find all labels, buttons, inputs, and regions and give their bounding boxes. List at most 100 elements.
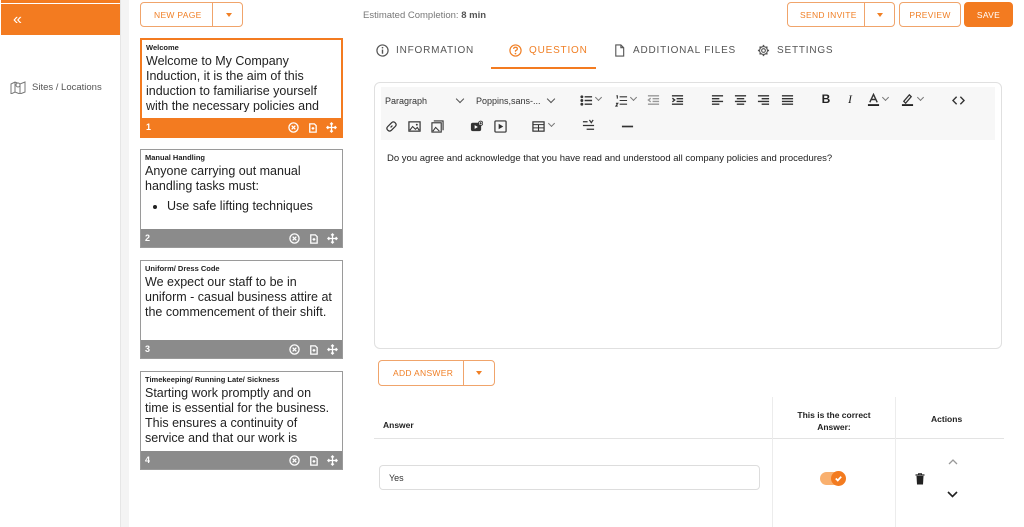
page-card-footer: 2	[141, 229, 342, 247]
answer-input[interactable]	[379, 465, 760, 490]
horizontal-rule-icon[interactable]	[619, 119, 635, 133]
save-button[interactable]: SAVE	[964, 2, 1013, 27]
highlight-icon[interactable]	[899, 92, 915, 106]
page-card-title: Welcome	[146, 43, 179, 52]
move-up-chevron-icon[interactable]	[948, 458, 958, 466]
move-down-chevron-icon[interactable]	[947, 490, 958, 498]
page-card-title: Timekeeping/ Running Late/ Sickness	[145, 375, 280, 384]
font-family-select[interactable]: Poppins,sans-...	[472, 92, 558, 109]
page-number: 4	[145, 455, 151, 465]
add-answer-split-button: ADD ANSWER	[378, 360, 495, 386]
send-invite-dropdown-caret-icon[interactable]	[877, 13, 883, 17]
page-card-bullet: Use safe lifting techniques	[167, 199, 338, 214]
map-icon	[10, 81, 26, 94]
question-icon	[509, 44, 522, 57]
image-icon[interactable]	[406, 119, 422, 133]
page-card-preview: We expect our staff to be in uniform - c…	[145, 275, 332, 319]
estimated-completion-value: 8 min	[461, 10, 487, 21]
sidebar: « Sites / Locations	[0, 0, 121, 527]
numbered-list-icon[interactable]	[613, 93, 629, 107]
active-tab-indicator	[491, 67, 596, 69]
delete-circle-icon[interactable]	[289, 343, 300, 355]
chevron-down-icon[interactable]	[547, 119, 556, 128]
drag-move-icon[interactable]	[326, 121, 337, 133]
chevron-down-icon[interactable]	[881, 93, 890, 102]
trash-icon[interactable]	[915, 473, 925, 485]
preview-button[interactable]: PREVIEW	[899, 2, 961, 27]
correct-answer-toggle[interactable]	[820, 471, 846, 486]
chevron-down-icon	[546, 94, 556, 104]
align-center-icon[interactable]	[732, 93, 748, 107]
new-page-dropdown-caret-icon[interactable]	[226, 13, 232, 17]
drag-move-icon[interactable]	[327, 232, 338, 244]
new-page-button[interactable]: NEW PAGE	[154, 10, 202, 20]
gear-icon	[757, 44, 770, 57]
page-card-footer: 3	[141, 340, 342, 358]
column-divider	[895, 397, 896, 527]
align-right-icon[interactable]	[755, 93, 771, 107]
delete-circle-icon[interactable]	[289, 232, 300, 244]
sidebar-item-sites-locations[interactable]: Sites / Locations	[10, 80, 102, 94]
page-card-4[interactable]: Timekeeping/ Running Late/ Sickness Star…	[140, 371, 343, 470]
file-icon	[615, 44, 625, 57]
duplicate-page-icon[interactable]	[308, 233, 319, 244]
link-icon[interactable]	[383, 119, 399, 133]
sidebar-collapse-button[interactable]: «	[1, 4, 120, 35]
sidebar-item-label: Sites / Locations	[32, 81, 102, 93]
page-card-preview: Anyone carrying out manual handling task…	[141, 162, 342, 222]
page-number: 1	[146, 122, 152, 132]
sidebar-accent-bar	[1, 0, 120, 3]
delete-circle-icon[interactable]	[288, 121, 299, 133]
chevron-down-icon[interactable]	[594, 93, 603, 102]
page-card-2[interactable]: Manual Handling Anyone carrying out manu…	[140, 149, 343, 248]
column-header-actions: Actions	[931, 414, 963, 424]
column-divider	[772, 397, 773, 527]
toggle-knob	[831, 471, 846, 486]
add-answer-dropdown-caret-icon[interactable]	[476, 371, 482, 375]
chevron-down-icon[interactable]	[916, 93, 925, 102]
duplicate-page-icon[interactable]	[308, 344, 319, 355]
chevron-down-icon	[455, 94, 465, 104]
tab-information[interactable]: INFORMATION	[376, 44, 474, 57]
outdent-icon[interactable]	[645, 93, 661, 107]
align-left-icon[interactable]	[709, 93, 725, 107]
tab-question[interactable]: QUESTION	[509, 44, 588, 57]
split-divider	[463, 361, 464, 385]
column-header-answer: Answer	[383, 420, 414, 430]
add-answer-button[interactable]: ADD ANSWER	[393, 368, 453, 378]
page-card-title: Uniform/ Dress Code	[145, 264, 220, 273]
editor-content[interactable]: Do you agree and acknowledge that you ha…	[387, 153, 832, 164]
source-code-icon[interactable]	[950, 93, 966, 107]
italic-icon[interactable]: I	[842, 92, 858, 106]
send-invite-split-button: SEND INVITE	[787, 2, 895, 27]
indent-icon[interactable]	[669, 93, 685, 107]
align-justify-icon[interactable]	[779, 93, 795, 107]
column-header-correct: This is the correct Answer:	[797, 410, 871, 432]
editor-toolbar: Paragraph Poppins,sans-... B I	[381, 87, 995, 140]
block-format-select[interactable]: Paragraph	[381, 92, 467, 109]
text-color-icon[interactable]	[865, 92, 881, 106]
page-number: 2	[145, 233, 151, 243]
delete-circle-icon[interactable]	[289, 454, 300, 466]
tab-settings[interactable]: SETTINGS	[757, 44, 833, 57]
embed-media-icon[interactable]	[492, 119, 508, 133]
split-divider	[212, 3, 213, 26]
drag-move-icon[interactable]	[327, 343, 338, 355]
tab-additional-files[interactable]: ADDITIONAL FILES	[613, 44, 736, 57]
insert-video-icon[interactable]	[468, 119, 484, 133]
media-library-icon[interactable]	[429, 119, 445, 133]
bold-icon[interactable]: B	[818, 92, 834, 106]
table-icon[interactable]	[530, 119, 546, 133]
drag-move-icon[interactable]	[327, 454, 338, 466]
split-divider	[864, 3, 865, 26]
page-card-3[interactable]: Uniform/ Dress Code We expect our staff …	[140, 260, 343, 359]
page-card-1[interactable]: Welcome Welcome to My Company Induction,…	[140, 38, 343, 138]
special-characters-icon[interactable]	[580, 118, 596, 132]
new-page-split-button: NEW PAGE	[140, 2, 243, 27]
bullet-list-icon[interactable]	[578, 93, 594, 107]
answers-table-header	[374, 397, 1004, 439]
duplicate-page-icon[interactable]	[308, 455, 319, 466]
send-invite-button[interactable]: SEND INVITE	[800, 10, 857, 20]
chevron-down-icon[interactable]	[629, 93, 638, 102]
duplicate-page-icon[interactable]	[307, 122, 318, 133]
